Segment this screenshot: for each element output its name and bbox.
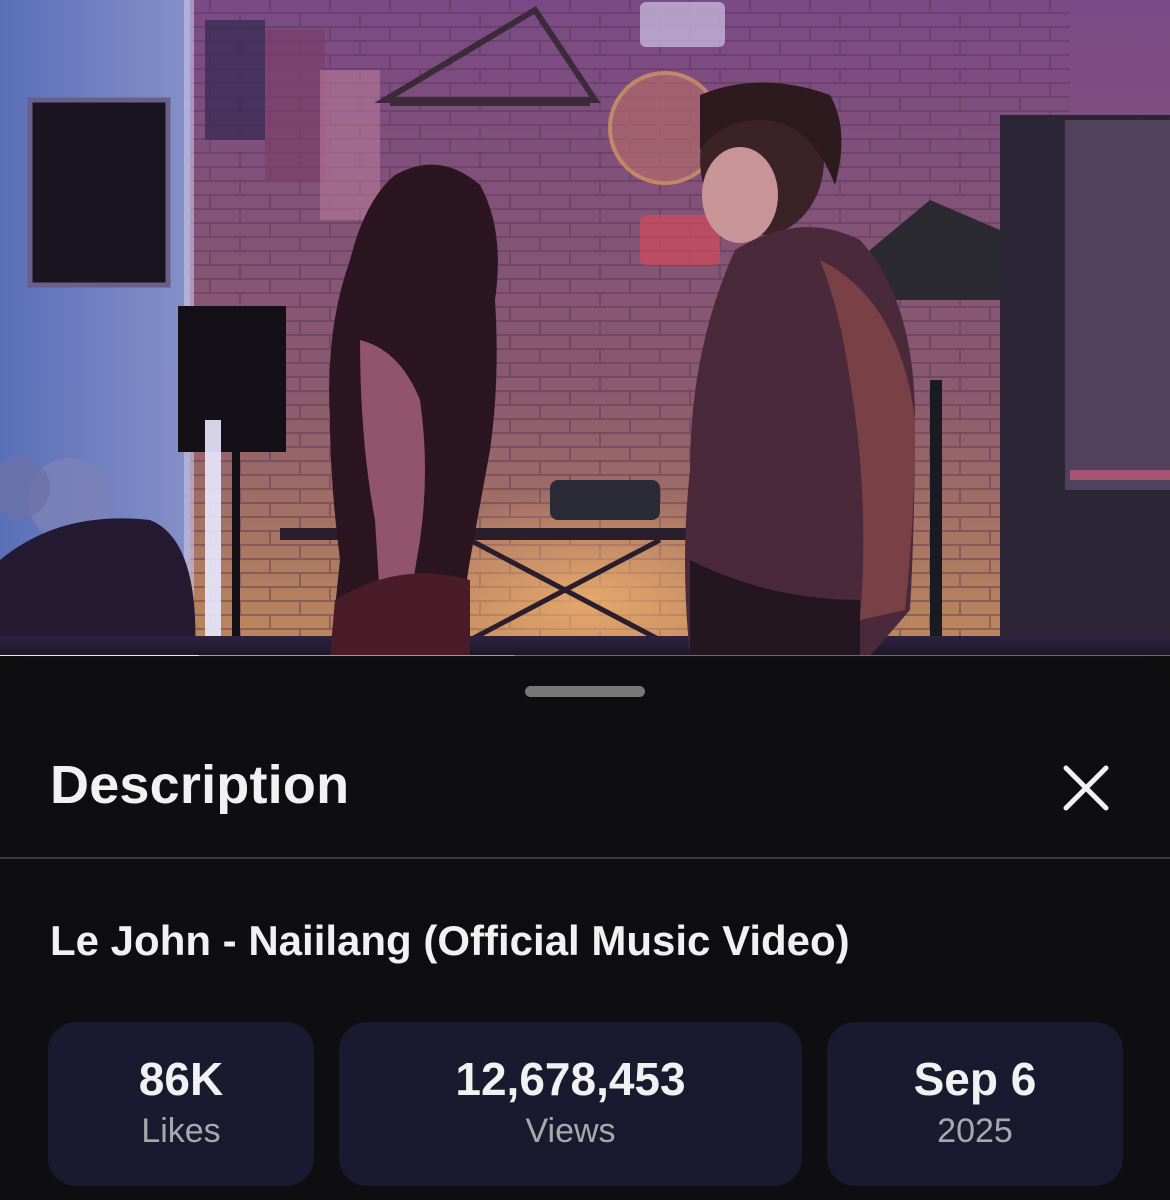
video-frame-image xyxy=(0,0,1170,656)
app-root: Description Le John - Naiilang (Official… xyxy=(0,0,1170,1200)
close-icon xyxy=(1063,765,1109,811)
likes-label: Likes xyxy=(141,1112,221,1150)
close-button[interactable] xyxy=(1058,760,1114,816)
video-played-bar xyxy=(0,655,199,656)
video-title: Le John - Naiilang (Official Music Video… xyxy=(50,917,850,964)
publish-year: 2025 xyxy=(937,1112,1013,1150)
video-player[interactable] xyxy=(0,0,1170,656)
views-stat: 12,678,453 Views xyxy=(339,1022,802,1186)
video-progress-bar[interactable] xyxy=(0,655,1170,656)
publish-date: Sep 6 xyxy=(913,1053,1037,1105)
description-sheet: Description Le John - Naiilang (Official… xyxy=(0,662,1170,1200)
likes-stat: 86K Likes xyxy=(48,1022,314,1186)
sheet-drag-handle[interactable] xyxy=(525,686,645,697)
sheet-divider xyxy=(0,857,1170,859)
date-stat: Sep 6 2025 xyxy=(827,1022,1123,1186)
views-count: 12,678,453 xyxy=(455,1053,686,1105)
sheet-title: Description xyxy=(50,755,350,815)
views-label: Views xyxy=(525,1112,616,1150)
likes-count: 86K xyxy=(138,1053,224,1105)
